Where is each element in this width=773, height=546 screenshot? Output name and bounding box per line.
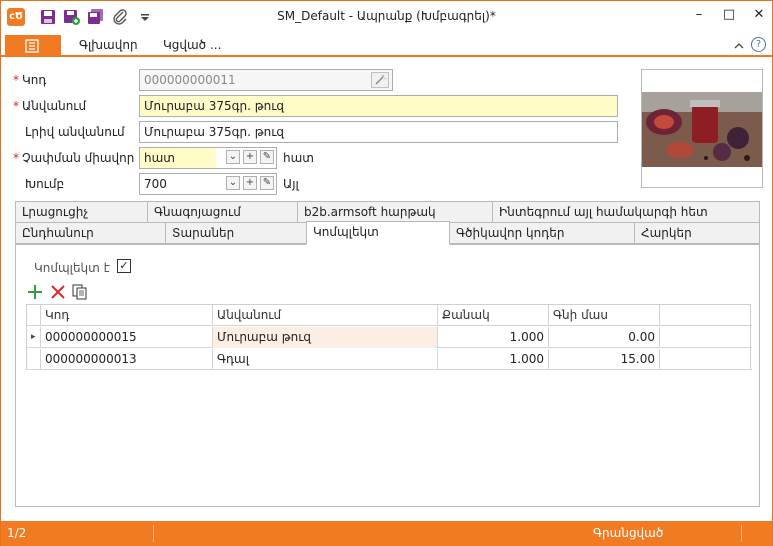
menu-bar: Գլխավոր Կցված ... ? bbox=[1, 35, 772, 57]
group-suffix: Այլ bbox=[283, 177, 299, 191]
row-marker bbox=[27, 349, 41, 370]
delete-row-icon[interactable] bbox=[49, 283, 67, 301]
fullname-label: Լրիվ անվանում bbox=[25, 125, 125, 139]
name-field[interactable]: Մուրաբա 375գր. թուզ bbox=[139, 95, 618, 117]
unit-dropdown-icon[interactable]: ⌄ bbox=[226, 150, 240, 164]
tab-container: Լրացուցիչ Գնագոյացում b2b.armsoft հարթակ… bbox=[15, 201, 760, 507]
copy-row-icon[interactable] bbox=[71, 283, 89, 301]
col-header-code[interactable]: Կոդ bbox=[41, 305, 213, 326]
unit-add-icon[interactable]: + bbox=[243, 150, 257, 164]
tab-additional[interactable]: Լրացուցիչ bbox=[15, 201, 148, 223]
cell-code[interactable]: 000000000013 bbox=[41, 349, 213, 370]
add-row-icon[interactable] bbox=[26, 283, 44, 301]
cell-price-part[interactable]: 15.00 bbox=[549, 349, 660, 370]
help-icon[interactable]: ? bbox=[751, 37, 766, 52]
tab-barcodes[interactable]: Գծիկավոր կոդեր bbox=[449, 222, 635, 244]
group-dropdown-icon[interactable]: ⌄ bbox=[226, 176, 240, 190]
code-field[interactable]: 000000000011 bbox=[139, 69, 393, 91]
kit-panel: Կոմպլեկտ է ✓ Կոդ Անվանում Քանակ Գնի մաս … bbox=[15, 244, 760, 507]
status-bar: 1/2 Գրանցված bbox=[1, 521, 772, 546]
product-edit-window: cԾ SM_Default - Ապրանք (Խմբագրել)* – □ ✕ bbox=[0, 0, 773, 546]
grid-header-row: Կոդ Անվանում Քանակ Գնի մաս bbox=[27, 305, 752, 326]
is-kit-label: Կոմպլեկտ է bbox=[34, 261, 110, 275]
tab-related[interactable]: Կցված ... bbox=[163, 38, 221, 52]
cell-code[interactable]: 000000000015 bbox=[41, 327, 213, 348]
tab-taxes[interactable]: Հարկեր bbox=[634, 222, 760, 244]
cell-qty[interactable]: 1.000 bbox=[438, 327, 549, 348]
grid-corner bbox=[27, 305, 41, 326]
record-position: 1/2 bbox=[7, 526, 27, 540]
cell-qty[interactable]: 1.000 bbox=[438, 349, 549, 370]
col-header-price-part[interactable]: Գնի մաս bbox=[549, 305, 660, 326]
menu-icon bbox=[25, 39, 39, 53]
tab-general[interactable]: Ընդհանուր bbox=[15, 222, 166, 244]
status-divider bbox=[153, 525, 154, 542]
app-menu-button[interactable] bbox=[5, 35, 61, 57]
code-label: * Կոդ bbox=[13, 73, 47, 87]
cell-name[interactable]: Գդալ bbox=[213, 349, 438, 370]
unit-label: * Չափման միավոր bbox=[13, 151, 135, 165]
collapse-ribbon-icon[interactable] bbox=[734, 41, 744, 49]
group-add-icon[interactable]: + bbox=[243, 176, 257, 190]
cell-price-part[interactable]: 0.00 bbox=[549, 327, 660, 348]
tab-b2b[interactable]: b2b.armsoft հարթակ bbox=[297, 201, 493, 223]
table-row[interactable]: 000000000013 Գդալ 1.000 15.00 bbox=[27, 349, 752, 370]
name-label: * Անվանում bbox=[13, 99, 87, 113]
fullname-field[interactable]: Մուրաբա 375գր. թուզ bbox=[139, 121, 618, 143]
cell-name[interactable]: Մուրաբա թուզ bbox=[213, 327, 438, 348]
tab-integration[interactable]: Ինտեգրում այլ համակարգի հետ bbox=[492, 201, 760, 223]
tab-pricing[interactable]: Գնագոյացում bbox=[147, 201, 298, 223]
record-state: Գրանցված bbox=[593, 526, 664, 540]
is-kit-checkbox[interactable]: ✓ bbox=[117, 259, 131, 273]
minimize-button[interactable]: – bbox=[687, 5, 711, 25]
unit-edit-icon[interactable]: ✎ bbox=[260, 150, 274, 164]
maximize-button[interactable]: □ bbox=[717, 5, 741, 25]
tab-kit[interactable]: Կոմպլեկտ bbox=[306, 221, 450, 245]
col-header-qty[interactable]: Քանակ bbox=[438, 305, 549, 326]
title-bar: cԾ SM_Default - Ապրանք (Խմբագրել)* – □ ✕ bbox=[1, 1, 772, 33]
magic-wand-icon[interactable] bbox=[371, 72, 389, 88]
group-label: Խումբ bbox=[25, 177, 65, 191]
tab-main[interactable]: Գլխավոր bbox=[79, 38, 138, 52]
product-image bbox=[642, 70, 762, 187]
current-row-marker-icon: ▸ bbox=[27, 327, 41, 348]
window-title: SM_Default - Ապրանք (Խմբագրել)* bbox=[277, 9, 496, 23]
col-header-name[interactable]: Անվանում bbox=[213, 305, 438, 326]
tab-packaging[interactable]: Տարաներ bbox=[165, 222, 307, 244]
status-divider bbox=[741, 525, 742, 542]
kit-grid: Կոդ Անվանում Քանակ Գնի մաս ▸ 00000000001… bbox=[26, 304, 752, 370]
group-edit-icon[interactable]: ✎ bbox=[260, 176, 274, 190]
table-row[interactable]: ▸ 000000000015 Մուրաբա թուզ 1.000 0.00 bbox=[27, 327, 752, 348]
close-button[interactable]: ✕ bbox=[747, 5, 771, 25]
unit-suffix: հատ bbox=[283, 151, 314, 165]
product-photo[interactable] bbox=[641, 69, 763, 188]
